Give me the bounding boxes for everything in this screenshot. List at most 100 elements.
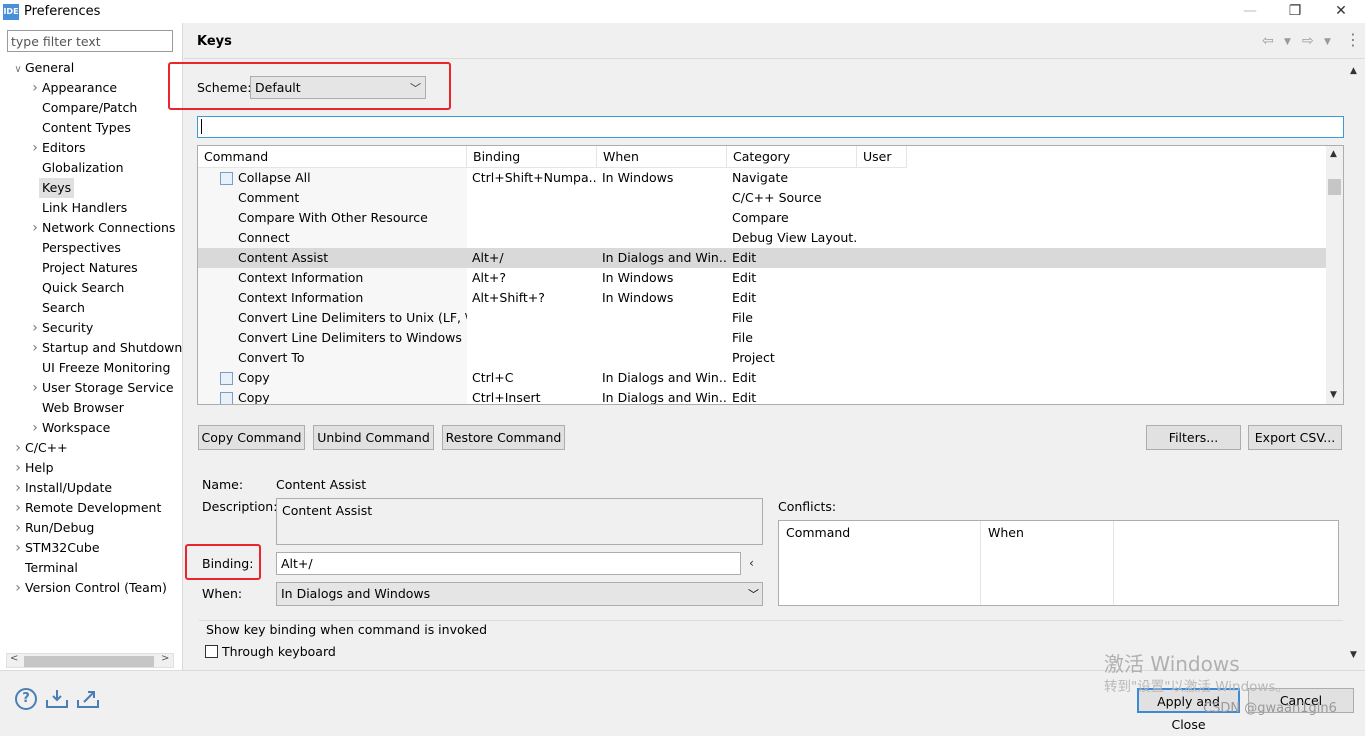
table-scrollbar-thumb[interactable] (1328, 179, 1341, 195)
chevron-right-icon[interactable]: › (28, 78, 42, 98)
table-header-when[interactable]: When (597, 146, 727, 168)
description-field[interactable]: Content Assist (276, 498, 763, 545)
tree-item[interactable]: › Editors (28, 138, 85, 158)
export-icon[interactable] (76, 688, 99, 710)
tree-item[interactable]: › Version Control (Team) (11, 578, 167, 598)
view-menu-chevron-icon[interactable]: ▼ (1324, 37, 1331, 47)
when-dropdown[interactable]: In Dialogs and Windows (276, 582, 763, 606)
table-row[interactable]: Convert Line Delimiters to Windows (CR Fi… (198, 328, 1326, 348)
tree-item[interactable]: Web Browser (28, 398, 124, 418)
column-divider (1113, 521, 1114, 605)
chevron-right-icon[interactable]: › (28, 138, 42, 158)
import-icon[interactable] (45, 688, 68, 710)
tree-item[interactable]: Project Natures (28, 258, 138, 278)
key-bindings-table[interactable]: Command Binding When Category User ^ Collaps… (197, 145, 1344, 405)
tree-item[interactable]: Link Handlers (28, 198, 127, 218)
table-header-user[interactable]: User (857, 146, 907, 168)
copy-command-button[interactable]: Copy Command (198, 425, 305, 450)
table-row[interactable]: Copy Ctrl+C In Dialogs and Win... Edit (198, 368, 1326, 388)
tree-item[interactable]: Quick Search (28, 278, 124, 298)
cell-command: Convert To (238, 350, 305, 365)
back-menu-chevron-icon[interactable]: ▼ (1284, 37, 1291, 47)
table-row[interactable]: Context Information Alt+? In Windows Edit (198, 268, 1326, 288)
back-icon[interactable]: ⇦ (1262, 33, 1274, 49)
command-search-input[interactable] (197, 116, 1344, 138)
tree-item[interactable]: Terminal (11, 558, 78, 578)
maximize-button[interactable]: ❐ (1272, 0, 1318, 23)
conflicts-header-command: Command (779, 521, 981, 545)
forward-icon[interactable]: ⇨ (1302, 33, 1314, 49)
tree-item[interactable]: UI Freeze Monitoring (28, 358, 170, 378)
tree-item-label: Network Connections (42, 220, 176, 235)
table-row[interactable]: Connect Debug View Layout... (198, 228, 1326, 248)
through-keyboard-checkbox[interactable] (205, 645, 218, 658)
help-icon[interactable]: ? (15, 688, 37, 710)
table-scroll-down-icon[interactable]: ▼ (1330, 390, 1337, 400)
tree-item[interactable]: › Startup and Shutdown (28, 338, 182, 358)
tree-item[interactable]: Content Types (28, 118, 131, 138)
cell-category: Edit (732, 390, 757, 405)
tree-item[interactable]: › Help (11, 458, 53, 478)
scroll-right-icon[interactable]: > (161, 653, 169, 664)
tree-item[interactable]: › Run/Debug (11, 518, 94, 538)
scroll-left-icon[interactable]: < (10, 653, 18, 664)
table-row[interactable]: Convert Line Delimiters to Unix (LF, \n,… (198, 308, 1326, 328)
binding-menu-arrow-icon[interactable]: ‹ (749, 555, 754, 570)
chevron-right-icon[interactable]: › (11, 538, 25, 558)
tree-item[interactable]: › Security (28, 318, 93, 338)
minimize-button[interactable]: — (1227, 0, 1273, 23)
tree-item[interactable]: Keys (28, 178, 75, 198)
chevron-right-icon[interactable]: › (28, 318, 42, 338)
tree-item[interactable]: › Appearance (28, 78, 117, 98)
table-header-category[interactable]: Category (727, 146, 857, 168)
horizontal-scrollbar-thumb[interactable] (24, 656, 154, 667)
chevron-right-icon[interactable]: › (11, 498, 25, 518)
chevron-right-icon[interactable]: › (11, 478, 25, 498)
table-row[interactable]: Copy Ctrl+Insert In Dialogs and Win... Edit (198, 388, 1326, 405)
tree-item[interactable]: › Remote Development (11, 498, 161, 518)
tree-item[interactable]: › STM32Cube (11, 538, 99, 558)
tree-item[interactable]: › User Storage Service (28, 378, 173, 398)
tree-item[interactable]: › C/C++ (11, 438, 67, 458)
tree-item[interactable]: ∨ General (11, 58, 74, 78)
table-scroll-up-icon[interactable]: ▲ (1330, 149, 1337, 159)
chevron-down-icon[interactable]: ∨ (11, 60, 25, 80)
sort-ascending-icon: ^ (328, 145, 336, 152)
table-header-binding[interactable]: Binding (467, 146, 597, 168)
chevron-right-icon[interactable]: › (28, 378, 42, 398)
export-csv-button[interactable]: Export CSV... (1248, 425, 1342, 450)
tree-item[interactable]: Compare/Patch (28, 98, 137, 118)
table-row[interactable]: Content Assist Alt+/ In Dialogs and Win...… (198, 248, 1326, 268)
page-vertical-scrollbar[interactable] (1346, 62, 1365, 666)
tree-item[interactable]: › Workspace (28, 418, 110, 438)
tree-item[interactable]: Globalization (28, 158, 124, 178)
cell-category: Edit (732, 270, 757, 285)
chevron-right-icon[interactable]: › (11, 578, 25, 598)
restore-command-button[interactable]: Restore Command (442, 425, 565, 450)
tree-item[interactable]: Search (28, 298, 85, 318)
table-row[interactable]: Convert To Project (198, 348, 1326, 368)
scroll-down-icon[interactable]: ▼ (1350, 650, 1357, 660)
chevron-right-icon[interactable]: › (11, 518, 25, 538)
table-row[interactable]: Comment C/C++ Source (198, 188, 1326, 208)
tree-item[interactable]: Perspectives (28, 238, 121, 258)
tree-item[interactable]: › Network Connections (28, 218, 175, 238)
table-row[interactable]: Context Information Alt+Shift+? In Windows… (198, 288, 1326, 308)
filters-button[interactable]: Filters... (1146, 425, 1241, 450)
conflicts-table[interactable]: Command When (778, 520, 1339, 606)
scroll-up-icon[interactable]: ▲ (1350, 66, 1357, 76)
filter-input[interactable] (7, 30, 173, 52)
chevron-right-icon[interactable]: › (28, 338, 42, 358)
close-button[interactable]: ✕ (1318, 0, 1364, 23)
csdn-watermark: CSDN @gwaan1gin6 (1203, 701, 1337, 716)
chevron-right-icon[interactable]: › (11, 458, 25, 478)
unbind-command-button[interactable]: Unbind Command (313, 425, 434, 450)
chevron-right-icon[interactable]: › (28, 418, 42, 438)
table-row[interactable]: Collapse All Ctrl+Shift+Numpa... In Window… (198, 168, 1326, 188)
binding-input[interactable]: Alt+/ (276, 552, 741, 575)
chevron-right-icon[interactable]: › (28, 218, 42, 238)
table-row[interactable]: Compare With Other Resource Compare (198, 208, 1326, 228)
chevron-right-icon[interactable]: › (11, 438, 25, 458)
tree-item[interactable]: › Install/Update (11, 478, 112, 498)
more-icon[interactable]: ⋮ (1345, 30, 1361, 49)
